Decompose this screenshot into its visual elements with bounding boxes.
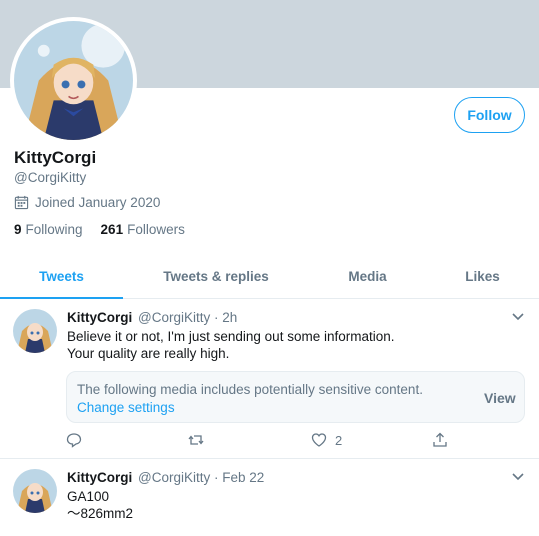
calendar-icon	[14, 195, 29, 210]
view-button[interactable]: View	[484, 390, 516, 406]
retweet-button[interactable]	[188, 432, 212, 448]
reply-icon	[66, 433, 82, 448]
joined-label: Joined January 2020	[35, 195, 161, 210]
avatar-illustration	[13, 469, 57, 513]
tab-media[interactable]: Media	[320, 254, 415, 299]
follow-button[interactable]: Follow	[454, 97, 525, 133]
tweet-text: Believe it or not, I'm just sending out …	[67, 328, 395, 362]
profile-name: KittyCorgi	[14, 148, 97, 167]
like-icon	[311, 433, 327, 447]
profile-tabs: Tweets Tweets & replies Media Likes	[0, 254, 539, 299]
chevron-down-icon[interactable]	[510, 468, 526, 484]
tweet-line: Believe it or not, I'm just sending out …	[67, 329, 395, 344]
tab-tweets[interactable]: Tweets	[0, 254, 123, 299]
tweet-line: ～826mm2	[67, 506, 134, 521]
sensitive-content-notice: The following media includes potentially…	[66, 371, 525, 423]
tweet-header: KittyCorgi @CorgiKitty · 2h	[67, 310, 237, 325]
chevron-down-icon[interactable]	[510, 308, 526, 324]
avatar-illustration	[13, 309, 57, 353]
following-count: 9	[14, 222, 22, 237]
profile-avatar[interactable]	[10, 17, 137, 144]
joined-date: Joined January 2020	[14, 195, 160, 210]
reply-button[interactable]	[66, 432, 90, 448]
avatar[interactable]	[13, 469, 57, 513]
profile-handle: @CorgiKitty	[14, 170, 87, 185]
tab-likes[interactable]: Likes	[440, 254, 525, 299]
tweet-header: KittyCorgi @CorgiKitty · Feb 22	[67, 470, 264, 485]
sensitive-message: The following media includes potentially…	[77, 382, 423, 397]
avatar[interactable]	[13, 309, 57, 353]
avatar-illustration	[14, 21, 133, 140]
tweet-meta: @CorgiKitty · 2h	[138, 310, 238, 325]
tweet-actions: 2	[66, 432, 466, 450]
tweet[interactable]: KittyCorgi @CorgiKitty · 2h Believe it o…	[0, 299, 539, 459]
profile-stats: 9 Following 261 Followers	[14, 222, 185, 237]
like-count: 2	[335, 432, 343, 448]
tweet-author-name[interactable]: KittyCorgi	[67, 310, 132, 325]
like-button[interactable]: 2	[311, 432, 342, 448]
tab-tweets-replies[interactable]: Tweets & replies	[140, 254, 292, 299]
tweet-author-name[interactable]: KittyCorgi	[67, 470, 132, 485]
tweet[interactable]: KittyCorgi @CorgiKitty · Feb 22 GA100 ～8…	[0, 459, 539, 536]
retweet-icon	[188, 435, 204, 445]
followers-link[interactable]: 261 Followers	[101, 222, 185, 237]
change-settings-link[interactable]: Change settings	[77, 400, 175, 415]
following-link[interactable]: 9 Following	[14, 222, 83, 237]
share-icon	[433, 432, 447, 447]
tweet-line: Your quality are really high.	[67, 346, 230, 361]
tweet-text: GA100 ～826mm2	[67, 488, 133, 522]
following-label: Following	[25, 222, 83, 237]
followers-count: 261	[100, 222, 124, 237]
tweet-meta: @CorgiKitty · Feb 22	[138, 470, 265, 485]
tweet-line: GA100	[67, 489, 110, 504]
followers-label: Followers	[127, 222, 185, 237]
share-button[interactable]	[432, 432, 448, 448]
